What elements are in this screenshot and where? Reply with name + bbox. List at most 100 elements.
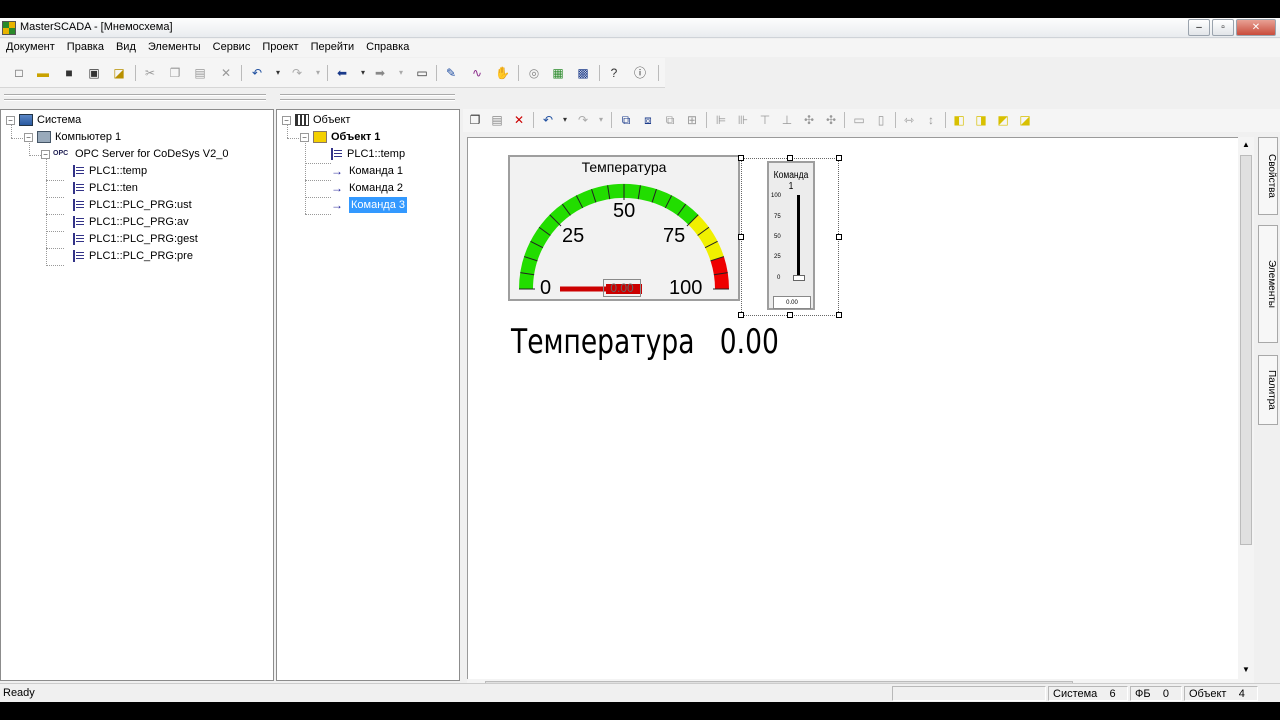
lock-icon[interactable]: ◪ — [112, 66, 126, 80]
menu-help[interactable]: Справка — [360, 39, 415, 57]
tree-computer[interactable]: Компьютер 1 — [37, 129, 121, 145]
resize-handle[interactable] — [836, 155, 842, 161]
run-icon[interactable]: ▩ — [576, 66, 590, 80]
same-height-icon[interactable]: ▯ — [874, 113, 888, 127]
trend-icon[interactable]: ∿ — [470, 66, 484, 80]
info-icon[interactable]: ⓘ — [633, 66, 647, 80]
forward-icon[interactable]: ➡ — [373, 66, 387, 80]
tree-object-child[interactable]: Команда 2 — [331, 180, 403, 196]
maximize-button[interactable]: ▫ — [1212, 19, 1234, 36]
menu-service[interactable]: Сервис — [207, 39, 257, 57]
bring-front-icon[interactable]: ◧ — [952, 113, 966, 127]
menu-view[interactable]: Вид — [110, 39, 142, 57]
resize-handle[interactable] — [836, 234, 842, 240]
align-right-icon[interactable]: ⊪ — [736, 113, 750, 127]
tree-tag[interactable]: PLC1::PLC_PRG:ust — [73, 197, 192, 213]
menu-goto[interactable]: Перейти — [305, 39, 361, 57]
center-h-icon[interactable]: ✣ — [802, 113, 816, 127]
collapse-object-root-icon[interactable]: − — [282, 116, 291, 125]
forward-dropdown-icon[interactable]: ▾ — [394, 66, 408, 80]
side-tabs: Свойства Элементы Палитра — [1256, 137, 1280, 685]
collapse-opc-icon[interactable]: − — [41, 150, 50, 159]
scroll-up-icon[interactable]: ▲ — [1242, 140, 1250, 149]
resize-handle[interactable] — [738, 312, 744, 318]
tree-tag[interactable]: PLC1::ten — [73, 180, 138, 196]
space-h-icon[interactable]: ⇿ — [902, 113, 916, 127]
tree-opc-server[interactable]: OPC OPC Server for CoDeSys V2_0 — [53, 146, 228, 162]
cut-icon[interactable]: ✂ — [143, 66, 157, 80]
menu-edit[interactable]: Правка — [61, 39, 110, 57]
mnemo-canvas[interactable]: Температура 0 25 50 75 100 0.00 Температ… — [467, 137, 1253, 681]
help-icon[interactable]: ? — [607, 66, 621, 80]
tree-object-1[interactable]: Объект 1 — [313, 129, 380, 145]
collapse-computer-icon[interactable]: − — [24, 133, 33, 142]
save-all-icon[interactable]: ▣ — [87, 66, 101, 80]
collapse-object1-icon[interactable]: − — [300, 133, 309, 142]
tab-properties[interactable]: Свойства — [1258, 137, 1278, 215]
redo-dropdown-icon[interactable]: ▾ — [311, 66, 325, 80]
globe-icon[interactable]: ◎ — [527, 66, 541, 80]
paste-element-icon[interactable]: ▤ — [490, 113, 504, 127]
collapse-system-icon[interactable]: − — [6, 116, 15, 125]
pen-icon[interactable]: ✎ — [444, 66, 458, 80]
space-v-icon[interactable]: ↕ — [924, 113, 938, 127]
align-top-icon[interactable]: ⊤ — [758, 113, 772, 127]
vertical-scrollbar[interactable]: ▲ ▼ — [1238, 137, 1254, 683]
back-one-icon[interactable]: ◪ — [1018, 113, 1032, 127]
editor-redo-icon[interactable]: ↷ — [576, 113, 590, 127]
redo-icon[interactable]: ↷ — [290, 66, 304, 80]
menu-project[interactable]: Проект — [256, 39, 304, 57]
close-button[interactable]: ✕ — [1236, 19, 1276, 36]
ungroup-icon[interactable]: ⧈ — [641, 113, 655, 127]
tree-system[interactable]: Система — [19, 112, 81, 128]
group-icon[interactable]: ⧉ — [619, 113, 633, 127]
align-left-icon[interactable]: ⊫ — [714, 113, 728, 127]
open-icon[interactable]: ▬ — [36, 66, 50, 80]
tab-elements[interactable]: Элементы — [1258, 225, 1278, 343]
tree-object-child-selected[interactable]: Команда 3 — [331, 197, 407, 213]
resize-handle[interactable] — [787, 155, 793, 161]
back-icon[interactable]: ⬅ — [335, 66, 349, 80]
back-dropdown-icon[interactable]: ▾ — [356, 66, 370, 80]
tab-palette[interactable]: Палитра — [1258, 355, 1278, 425]
save-icon[interactable]: ■ — [62, 66, 76, 80]
temperature-gauge[interactable]: Температура 0 25 50 75 100 0.00 — [508, 155, 740, 301]
editor-redo-dropdown-icon[interactable]: ▾ — [594, 113, 608, 127]
menu-document[interactable]: Документ — [0, 39, 61, 57]
new-icon[interactable]: □ — [12, 66, 26, 80]
undo-icon[interactable]: ↶ — [250, 66, 264, 80]
tree-tag[interactable]: PLC1::PLC_PRG:gest — [73, 231, 198, 247]
forward-one-icon[interactable]: ◩ — [996, 113, 1010, 127]
order-icon[interactable]: ⧉ — [663, 113, 677, 127]
vertical-scroll-thumb[interactable] — [1240, 155, 1252, 545]
copy-icon[interactable]: ❐ — [168, 66, 182, 80]
paste-icon[interactable]: ▤ — [193, 66, 207, 80]
align-bottom-icon[interactable]: ⊥ — [780, 113, 794, 127]
hand-icon[interactable]: ✋ — [495, 66, 510, 80]
delete-element-icon[interactable]: ✕ — [512, 113, 526, 127]
menu-elements[interactable]: Элементы — [142, 39, 207, 57]
send-back-icon[interactable]: ◨ — [974, 113, 988, 127]
build-icon[interactable]: ▦ — [551, 66, 565, 80]
editor-undo-dropdown-icon[interactable]: ▾ — [558, 113, 572, 127]
resize-handle[interactable] — [787, 312, 793, 318]
tree-tag[interactable]: PLC1::PLC_PRG:pre — [73, 248, 193, 264]
grid-icon[interactable]: ⊞ — [685, 113, 699, 127]
tree-object-root[interactable]: Объект — [295, 112, 350, 128]
window-icon[interactable]: ▭ — [415, 66, 429, 80]
undo-dropdown-icon[interactable]: ▾ — [271, 66, 285, 80]
editor-undo-icon[interactable]: ↶ — [541, 113, 555, 127]
minimize-button[interactable]: ‒ — [1188, 19, 1210, 36]
resize-handle[interactable] — [738, 234, 744, 240]
tree-object-child[interactable]: PLC1::temp — [331, 146, 405, 162]
delete-icon[interactable]: ✕ — [219, 66, 233, 80]
scroll-down-icon[interactable]: ▼ — [1242, 665, 1250, 674]
copy-element-icon[interactable]: ❐ — [468, 113, 482, 127]
tree-tag[interactable]: PLC1::temp — [73, 163, 147, 179]
tree-tag[interactable]: PLC1::PLC_PRG:av — [73, 214, 189, 230]
resize-handle[interactable] — [738, 155, 744, 161]
tree-object-child[interactable]: Команда 1 — [331, 163, 403, 179]
center-v-icon[interactable]: ✣ — [824, 113, 838, 127]
resize-handle[interactable] — [836, 312, 842, 318]
same-width-icon[interactable]: ▭ — [852, 113, 866, 127]
